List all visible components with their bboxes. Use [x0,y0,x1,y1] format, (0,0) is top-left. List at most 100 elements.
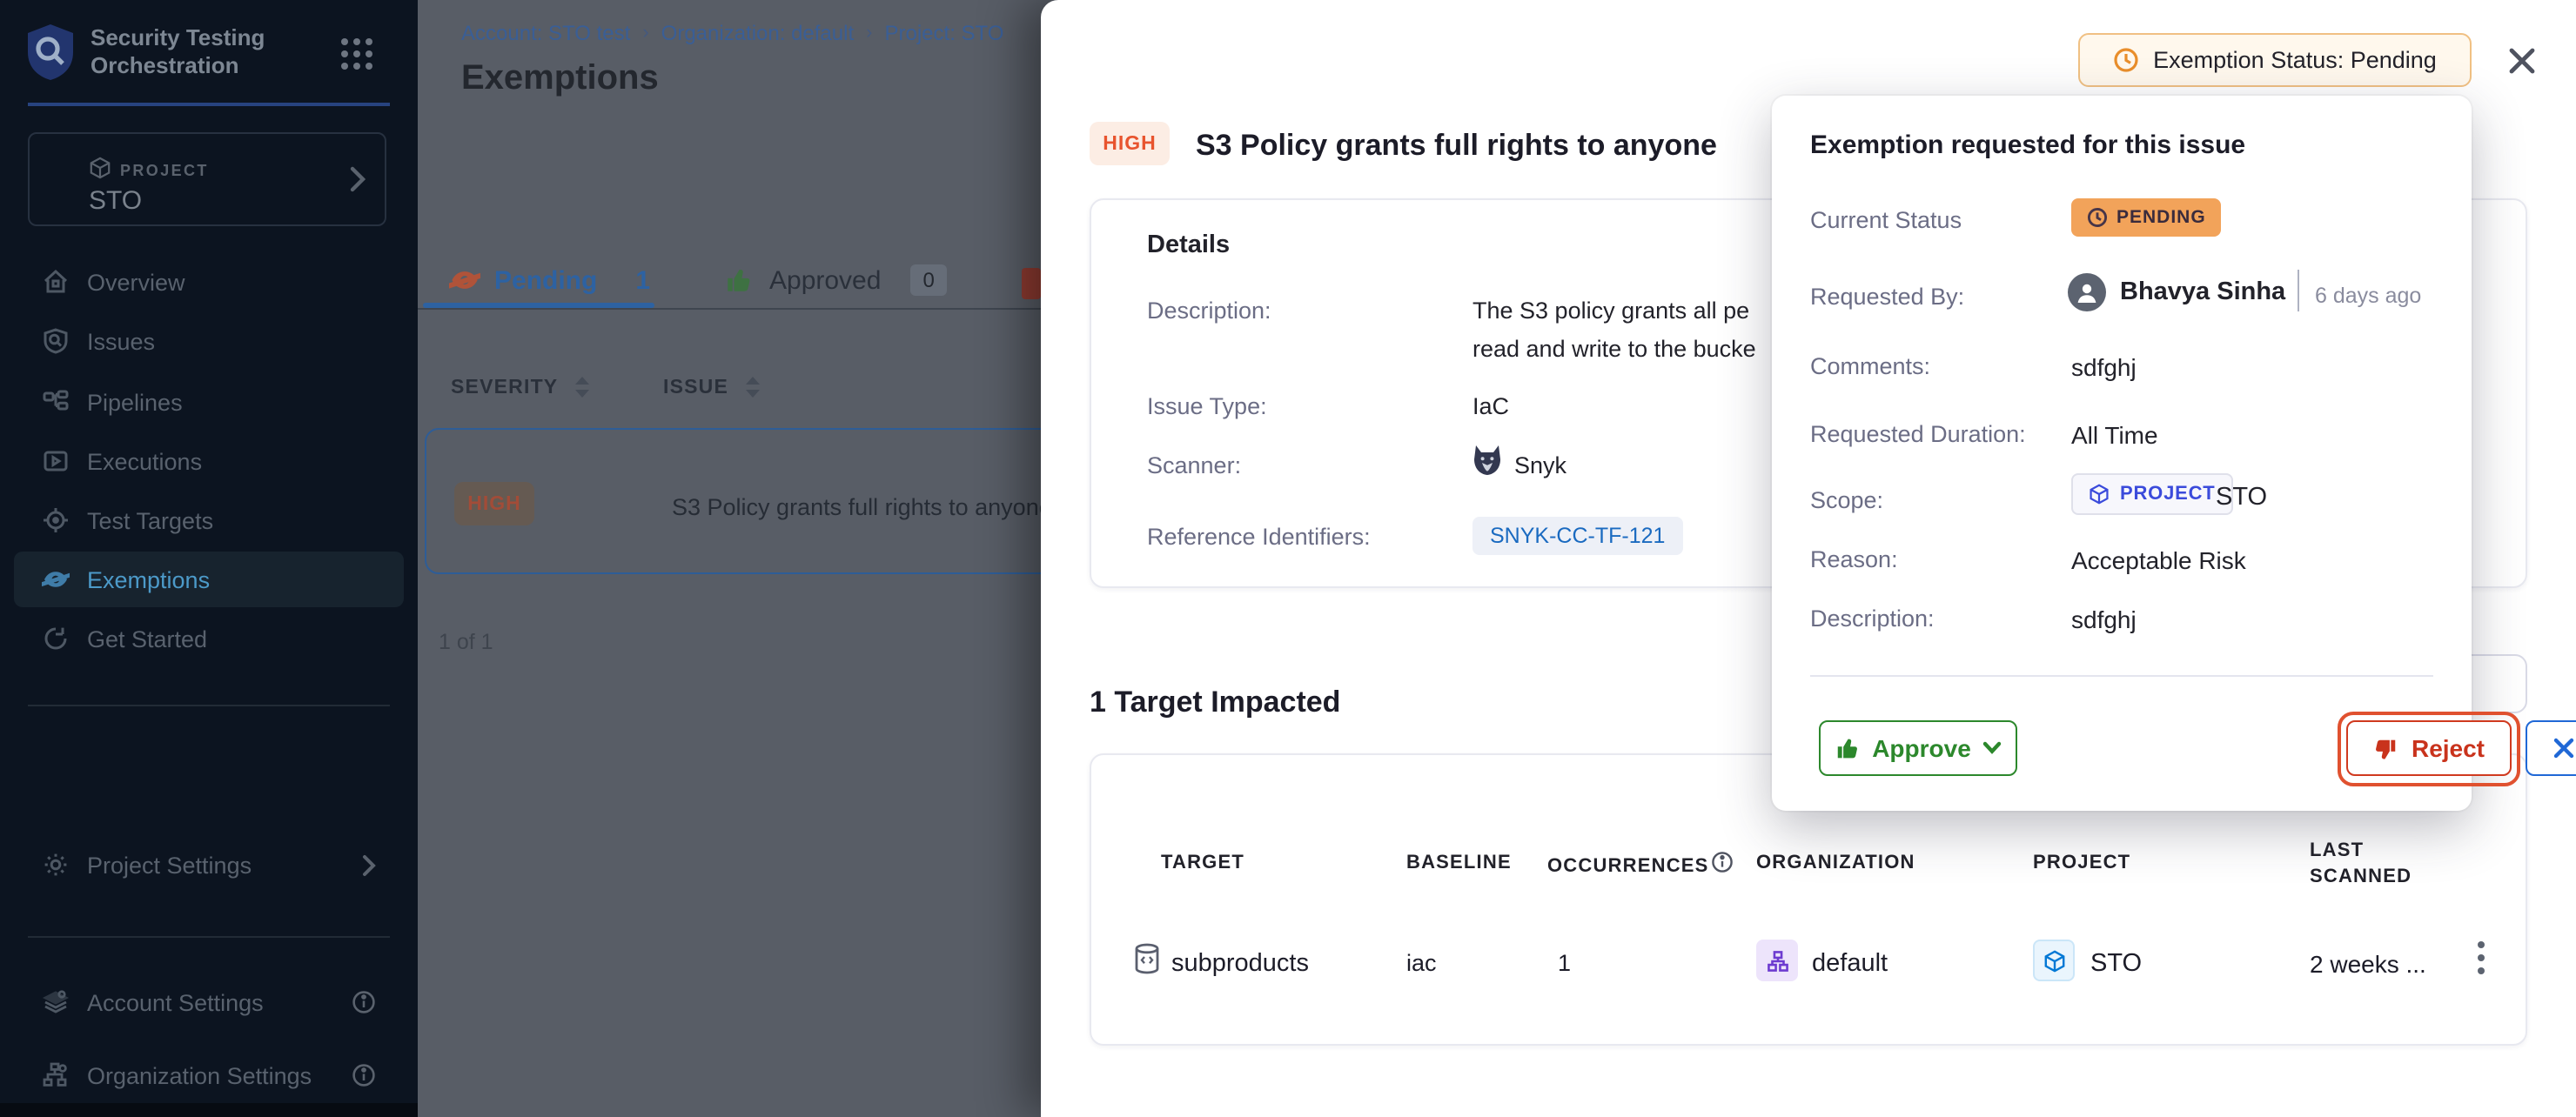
eye-off-red-icon [449,264,480,296]
breadcrumb-org-link[interactable]: Organization: default [661,21,855,45]
scope-label: Scope: [1810,487,1883,513]
sidebar-item-label: Test Targets [87,507,213,533]
chevron-right-icon [362,853,376,876]
severity-badge: HIGH [1090,122,1170,165]
target-icon [42,506,70,534]
duration-label: Requested Duration: [1810,421,2026,447]
project-selector-value: STO [89,186,142,216]
sidebar-item-executions[interactable]: Executions [14,433,404,489]
project-selector[interactable]: PROJECT STO [28,132,386,226]
divider [2298,270,2299,311]
sidebar-item-label: Exemptions [87,566,210,592]
popup-description-value: sdfghj [2071,605,2137,633]
sidebar-item-get-started[interactable]: Get Started [14,611,404,666]
sidebar-item-label: Project Settings [87,852,252,878]
scanner-value: Snyk [1514,452,1566,478]
breadcrumb-account-link[interactable]: Account: STO test [461,21,630,45]
sidebar-item-overview[interactable]: Overview [14,254,404,310]
main-content-dimmed: Account: STO test › Organization: defaul… [418,0,1041,1117]
clock-icon [2087,207,2108,228]
sidebar-item-project-settings[interactable]: Project Settings [14,837,404,893]
issues-col-severity[interactable]: SEVERITY [451,376,587,398]
circle-arrow-icon [42,625,70,652]
tab-pending-count: 1 [635,265,650,295]
org-gear-icon [42,1061,70,1089]
duration-value: All Time [2071,421,2158,449]
module-grid-icon[interactable] [341,38,372,70]
issue-row-selected[interactable]: HIGH S3 Policy grants full rights to any… [425,428,1041,574]
app-root: Security Testing Orchestration PROJECT S… [0,0,2576,1117]
sidebar-item-label: Account Settings [87,989,264,1015]
sidebar-item-issues[interactable]: Issues [14,313,404,369]
target-bucket-icon [1133,943,1161,974]
organization-icon [1756,940,1798,981]
cell-organization: default [1812,950,1888,978]
sidebar-item-account-settings[interactable]: Account Settings [14,974,404,1030]
col-baseline: BASELINE [1406,853,1512,873]
tab-pending-label: Pending [494,265,597,295]
breadcrumb-project-link[interactable]: Project: STO [885,21,1004,45]
cell-target[interactable]: subproducts [1171,950,1309,978]
severity-badge: HIGH [454,482,534,525]
issue-type-value: IaC [1472,393,1509,419]
requested-by-label: Requested By: [1810,284,1964,310]
col-project: PROJECT [2033,853,2130,873]
reference-identifiers-label: Reference Identifiers: [1147,524,1371,550]
info-circle-icon[interactable] [352,1063,376,1087]
approve-label: Approve [1872,734,1971,762]
chevron-right-icon [350,165,366,193]
kebab-menu-icon[interactable] [2477,940,2485,976]
issues-col-issue[interactable]: ISSUE [663,376,758,398]
clock-icon [2113,47,2139,73]
popup-title: Exemption requested for this issue [1810,130,2245,160]
tab-rejected-icon-partial [1022,268,1041,299]
info-circle-icon[interactable] [352,990,376,1014]
popup-description-label: Description: [1810,605,1935,632]
sidebar-item-test-targets[interactable]: Test Targets [14,492,404,548]
description-value-line2: read and write to the bucke [1472,336,1756,362]
tab-approved-label: Approved [769,265,881,295]
scanner-label: Scanner: [1147,452,1241,478]
sidebar-item-pipelines[interactable]: Pipelines [14,374,404,430]
sidebar-divider [28,936,390,938]
breadcrumb-separator: › [866,23,872,43]
approve-button[interactable]: Approve [1819,720,2017,776]
close-icon[interactable] [2506,45,2538,77]
breadcrumb-separator: › [642,23,648,43]
sort-icon [574,376,587,398]
tabbar-border [418,308,1041,310]
reference-identifier-badge[interactable]: SNYK-CC-TF-121 [1472,517,1682,555]
exemption-status-label: Exemption Status: Pending [2153,47,2437,73]
sidebar-item-label: Executions [87,448,202,474]
breadcrumb: Account: STO test › Organization: defaul… [461,21,1003,45]
sidebar-item-exemptions[interactable]: Exemptions [14,552,404,607]
tab-pending[interactable]: Pending 1 [449,264,650,296]
sidebar-divider [28,705,390,706]
col-target: TARGET [1161,853,1244,873]
cancel-button[interactable]: Cancel [2526,720,2576,776]
issue-type-label: Issue Type: [1147,393,1267,419]
description-label: Description: [1147,298,1271,324]
exemption-status-button[interactable]: Exemption Status: Pending [2078,33,2472,87]
pending-status-text: PENDING [2116,207,2206,228]
app-title: Security Testing Orchestration [91,24,334,80]
info-circle-icon[interactable] [1711,851,1734,873]
details-heading: Details [1147,231,1230,259]
sidebar-item-organization-settings[interactable]: Organization Settings [14,1047,404,1103]
sidebar-accent-rule [28,103,390,106]
col-occurrences: OCCURRENCES [1547,856,1709,877]
project-icon [2033,940,2075,981]
col-label: ISSUE [663,377,728,398]
thumbs-down-icon [2373,735,2399,761]
reject-button[interactable]: Reject [2346,720,2512,776]
issue-title-cell: S3 Policy grants full rights to anyone [672,494,1041,520]
sidebar-item-label: Pipelines [87,389,183,415]
avatar [2068,273,2106,311]
project-selector-label: PROJECT [120,162,209,179]
col-label: SEVERITY [451,377,558,398]
reject-label: Reject [2412,734,2485,762]
tab-approved[interactable]: Approved 0 [724,264,947,296]
reason-value: Acceptable Risk [2071,546,2246,574]
sidebar-item-label: Issues [87,328,155,354]
cube-icon [2089,484,2110,505]
